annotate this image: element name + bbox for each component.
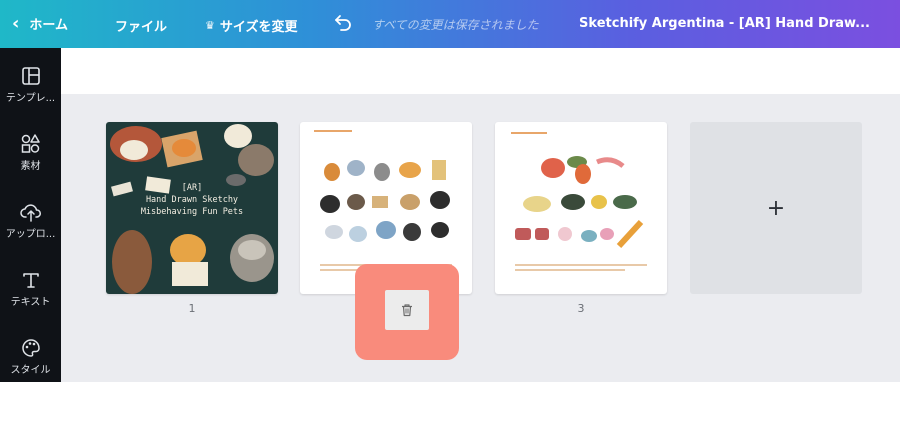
editor-toolbar [61, 48, 900, 94]
toys-illustration [511, 132, 647, 271]
resize-button[interactable]: ♛ サイズを変更 [205, 16, 298, 35]
file-label: ファイル [115, 20, 168, 35]
delete-page-button[interactable] [385, 290, 429, 330]
cover-title-line-3: Misbehaving Fun Pets [140, 207, 244, 217]
undo-button[interactable] [333, 13, 353, 36]
sidebar-item-styles[interactable]: スタイル [0, 338, 61, 376]
home-button[interactable]: ‹ ホーム [12, 14, 68, 33]
cover-title-line-2: Hand Drawn Sketchy [145, 195, 239, 205]
sidebar-item-uploads[interactable]: アップロ... [0, 202, 61, 240]
crown-icon: ♛ [205, 19, 215, 32]
page-thumbnail-3[interactable] [495, 122, 667, 294]
sidebar-item-label: アップロ... [5, 229, 56, 240]
elements-icon [21, 134, 40, 153]
cover-title: [AR] Hand Drawn Sketchy Misbehaving Fun … [106, 182, 278, 218]
cover-title-line-1: [AR] [181, 183, 203, 193]
sidebar-item-text[interactable]: テキスト [0, 270, 61, 308]
add-page-button[interactable]: + [690, 122, 862, 294]
sidebar-item-templates[interactable]: テンプレ... [0, 66, 61, 104]
sidebar-item-label: 素材 [20, 161, 41, 172]
page-number-3: 3 [577, 302, 585, 315]
plus-icon: + [766, 195, 786, 221]
home-label: ホーム [29, 18, 69, 33]
page-thumbnail-1[interactable]: [AR] Hand Drawn Sketchy Misbehaving Fun … [106, 122, 278, 294]
template-icon [21, 67, 40, 85]
resize-label: サイズを変更 [219, 20, 298, 35]
page-number-1: 1 [188, 302, 196, 315]
upload-icon [19, 204, 41, 222]
file-menu-button[interactable]: ファイル [115, 16, 167, 35]
sidebar-item-label: テキスト [10, 297, 51, 308]
chevron-left-icon: ‹ [12, 12, 20, 34]
save-status: すべての変更は保存されました [372, 18, 539, 32]
bottom-area [0, 382, 900, 424]
undo-icon [335, 15, 351, 31]
top-bar: ‹ ホーム ファイル ♛ サイズを変更 すべての変更は保存されました Sketc… [0, 0, 900, 48]
text-icon [22, 273, 39, 288]
palette-icon [21, 339, 40, 357]
trash-icon [402, 304, 412, 317]
sidebar-item-label: テンプレ... [5, 93, 56, 104]
sidebar-item-elements[interactable]: 素材 [0, 134, 61, 172]
left-sidebar: テンプレ... 素材 アップロ... テキスト スタイル [0, 48, 61, 382]
document-title[interactable]: Sketchify Argentina - [AR] Hand Draw... [579, 16, 870, 31]
sidebar-item-label: スタイル [10, 365, 51, 376]
